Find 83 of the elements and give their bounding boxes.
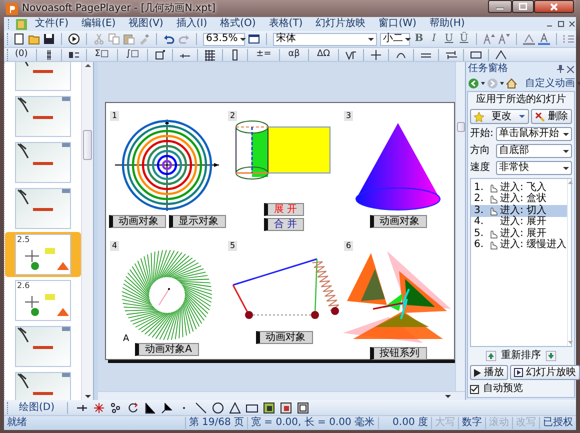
key-indicator: 已授权 [539, 417, 576, 429]
effect-label: 进入: 缓慢进入 [500, 239, 567, 252]
menu-item[interactable]: 编辑(E) [76, 18, 121, 30]
menu-item[interactable]: 插入(I) [171, 18, 212, 30]
action-button[interactable]: 合 并 [264, 218, 304, 231]
dropdown-field[interactable]: 自底部 [496, 144, 572, 158]
action-button[interactable]: 显示对象 [168, 215, 226, 228]
size-indicator: 宽 = 0.00, 长 = 0.00 毫米 [247, 417, 378, 429]
menu-item[interactable]: 帮助(H) [424, 18, 470, 30]
reorder-label: 重新排序 [501, 350, 541, 362]
pane-title: 任务窗格 [468, 63, 509, 75]
math-button[interactable]: αβ [286, 49, 302, 60]
dropdown-field[interactable]: 单击鼠标开始 [496, 127, 572, 141]
math-button[interactable]: ∫□ [124, 49, 142, 60]
effect-label: 进入: 展开 [500, 228, 547, 239]
change-button[interactable]: 更改 [470, 109, 529, 124]
menu-item[interactable]: 视图(V) [124, 18, 168, 30]
dropdown-field[interactable]: 非常快 [496, 161, 572, 175]
animation-item[interactable]: 1. 进入: 飞入 [471, 182, 567, 194]
slideshow-button[interactable]: 幻灯片放映 [510, 365, 580, 380]
field-label: 方向 [470, 145, 491, 157]
object-number: 3 [344, 111, 354, 121]
action-button[interactable]: 动画对象 [370, 215, 426, 228]
math-button[interactable]: Σ□ [92, 49, 111, 60]
item-number: 5. [474, 228, 485, 240]
menu-item[interactable]: 表格(T) [264, 18, 308, 30]
font-combo[interactable]: 宋体 [273, 32, 377, 46]
angle-indicator: 0.00 度 [378, 417, 431, 429]
item-number: 2. [474, 193, 485, 206]
action-button[interactable]: 动画对象 [256, 331, 312, 344]
delete-button[interactable]: 删除 [531, 109, 572, 124]
menu-item[interactable]: 窗口(W) [374, 18, 422, 30]
effect-label: 进入: 盒状 [500, 193, 547, 204]
status-message: 就绪 [6, 417, 28, 429]
format-button[interactable]: I [428, 32, 440, 46]
checkbox-label: 自动预览 [483, 383, 523, 395]
format-button[interactable]: U [443, 32, 455, 46]
menu-item[interactable]: 文件(F) [30, 18, 74, 30]
object-number: 2 [228, 111, 238, 121]
apply-label: 应用于所选的幻灯片 [475, 94, 567, 106]
slide-number: 2.6 [17, 281, 30, 291]
pane-view-title[interactable]: 自定义动画 [525, 78, 575, 90]
animation-item[interactable]: 6. 进入: 缓慢进入 [471, 240, 567, 251]
action-button[interactable]: 动画对象A [135, 343, 199, 356]
object-number: 4 [110, 241, 120, 251]
menu-item[interactable]: 幻灯片放映 [310, 18, 371, 30]
action-button[interactable]: 动画对象 [108, 215, 166, 228]
item-number: 1. [474, 182, 485, 194]
item-number: 6. [474, 239, 485, 252]
action-button[interactable]: 按钮系列 [370, 347, 426, 360]
format-button[interactable]: B [413, 32, 425, 46]
menu-item[interactable]: 格式(O) [215, 18, 261, 30]
object-number: 5 [228, 241, 238, 251]
play-button[interactable]: 播放 [470, 365, 508, 380]
animation-item[interactable]: 5. 进入: 展开 [471, 228, 567, 240]
object-number: 6 [344, 241, 354, 251]
animation-item[interactable]: 3. 进入: 切入 [471, 205, 567, 216]
math-button[interactable]: ΔΩ [314, 49, 332, 60]
key-indicator: 改写 [512, 417, 539, 429]
math-button[interactable]: (0) [13, 49, 30, 60]
key-indicator: 数字 [458, 417, 485, 429]
zoom-combo[interactable]: 63.5% [203, 32, 245, 46]
animation-item[interactable]: 4. 进入: 展开 [471, 216, 567, 228]
slide-thumbnail[interactable]: 2.5 [5, 232, 82, 277]
effect-label: 进入: 切入 [500, 204, 547, 216]
format-button[interactable]: Ü [458, 32, 470, 46]
math-button[interactable]: ±= [254, 49, 274, 60]
effect-label: 进入: 飞入 [500, 182, 547, 193]
effect-label: 进入: 展开 [500, 216, 547, 228]
item-number: 3. [474, 204, 485, 216]
object-number: 1 [110, 111, 120, 121]
window-title: Novoasoft PagePlayer - [几何动画N.xpt] [22, 2, 216, 14]
key-indicator: 大写 [431, 417, 458, 429]
drawing-menu[interactable]: 绘图(D) [15, 402, 59, 414]
field-label: 开始: [470, 128, 494, 140]
item-number: 4. [474, 216, 485, 228]
slide-number: 2.5 [17, 235, 30, 245]
font-size-combo[interactable]: 小二 [380, 32, 410, 46]
page-indicator: 第 19/68 页 [184, 417, 247, 429]
animation-item[interactable]: 2. 进入: 盒状 [471, 194, 567, 205]
key-indicator: 滚动 [485, 417, 512, 429]
point-label: A [123, 334, 130, 345]
field-label: 速度 [470, 162, 491, 174]
